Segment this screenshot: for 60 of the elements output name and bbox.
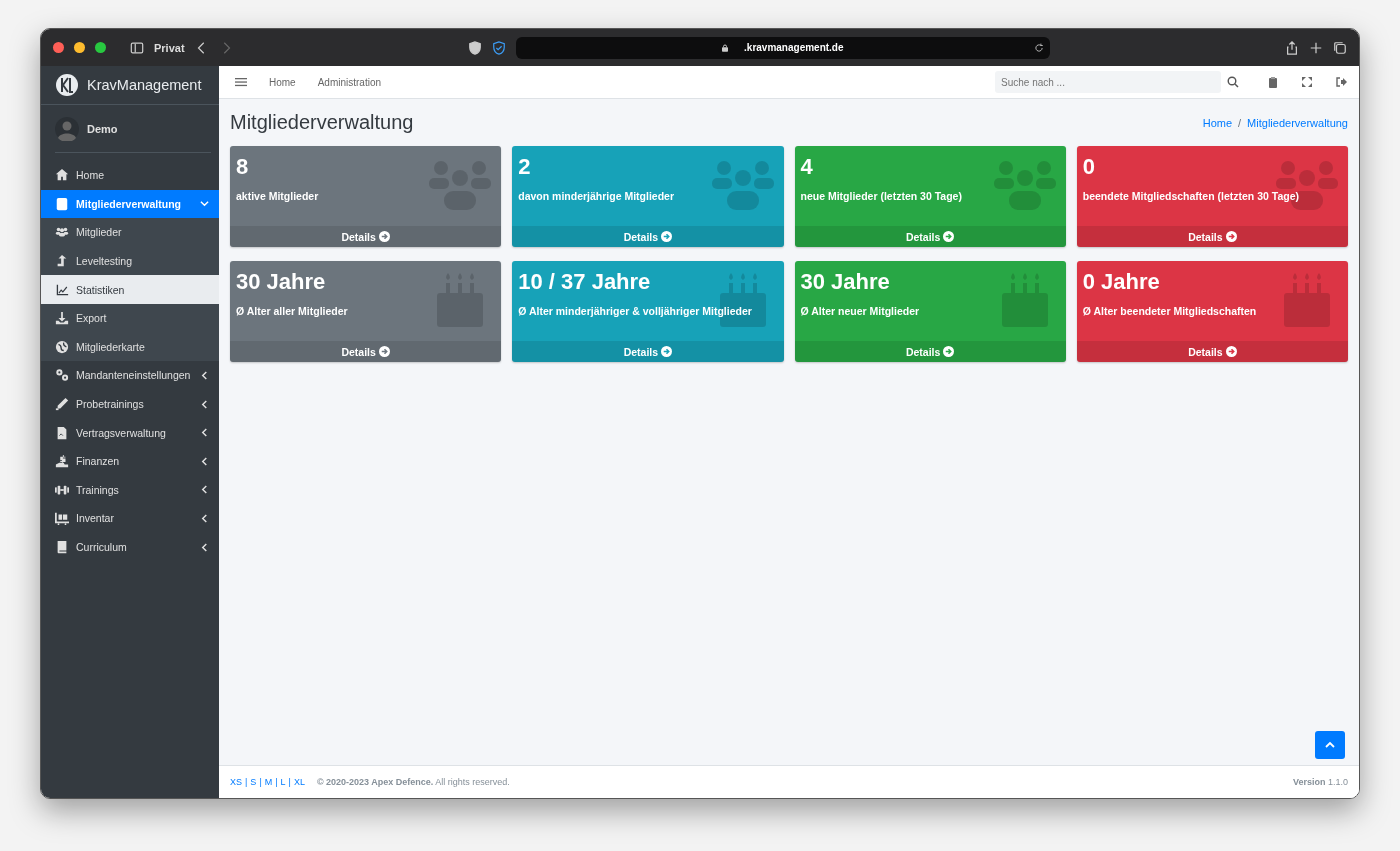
stat-label: Ø Alter minderjähriger & volljähriger Mitglieder (518, 305, 753, 317)
stat-value: 10 / 37 Jahre (518, 269, 651, 295)
address-bar[interactable]: .kravmanagement.de (515, 36, 1050, 59)
stat-value: 0 Jahre (1082, 269, 1160, 295)
sidebar-item[interactable]: Probetrainings (41, 389, 219, 419)
size-link[interactable]: L (280, 777, 286, 787)
separator: | (259, 777, 262, 787)
stat-label: Ø Alter beendeter Mitgliedschaften (1082, 305, 1258, 317)
sidebar-item[interactable]: Trainings (41, 475, 219, 505)
stat-label: neue Mitglieder (letzten 30 Tage) (800, 190, 963, 202)
details-link[interactable]: Details (1076, 341, 1348, 362)
separator: | (245, 777, 248, 787)
brand-name[interactable]: KravManagement (87, 77, 202, 93)
profile-label: Privat (154, 41, 185, 54)
user-name[interactable]: Demo (87, 122, 118, 135)
breadcrumb-link[interactable]: Home (1202, 116, 1233, 129)
stat-value: 30 Jahre (800, 269, 890, 295)
sidebar-item[interactable]: Mitgliederkarte (41, 332, 219, 362)
size-link[interactable]: XS (230, 777, 242, 787)
size-link[interactable]: M (264, 777, 273, 787)
details-link[interactable]: Details (794, 341, 1066, 362)
details-link[interactable]: Details (794, 226, 1066, 247)
sidebar-item[interactable]: Mandanteneinstellungen (41, 361, 219, 390)
details-link[interactable]: Details (512, 226, 784, 247)
breadcrumb-link[interactable]: Mitgliederverwaltung (1247, 116, 1348, 129)
stat-label: Ø Alter aller Mitglieder (236, 305, 349, 317)
stat-label: aktive Mitglieder (236, 190, 320, 202)
separator: | (275, 777, 278, 787)
nav-link[interactable]: Administration (317, 76, 382, 88)
version-text: Version 1.1.0 (1292, 777, 1348, 787)
search-field[interactable]: Suche nach ... (995, 71, 1221, 93)
stat-label: Ø Alter neuer Mitglieder (800, 305, 921, 317)
sidebar-item[interactable]: Home (41, 161, 219, 190)
stat-value: 0 (1082, 154, 1095, 180)
sidebar-item[interactable]: Export (41, 303, 219, 333)
details-link[interactable]: Details (512, 341, 784, 362)
size-link[interactable]: XL (293, 777, 305, 787)
sidebar-item[interactable]: Finanzen (41, 446, 219, 476)
sidebar-item[interactable]: Leveltesting (41, 246, 219, 276)
details-link[interactable]: Details (230, 341, 502, 362)
stat-value: 30 Jahre (236, 269, 326, 295)
stat-value: 2 (518, 154, 531, 180)
details-link[interactable]: Details (230, 226, 502, 247)
sidebar-item[interactable]: Curriculum (41, 532, 219, 562)
separator: | (288, 777, 291, 787)
sidebar-item[interactable]: Mitgliederverwaltung (41, 189, 219, 219)
breadcrumb-separator: / (1238, 116, 1242, 129)
sidebar-item[interactable]: Statistiken (41, 275, 219, 304)
stat-value: 4 (800, 154, 813, 180)
sidebar-item[interactable]: Vertragsverwaltung (41, 418, 219, 447)
size-link[interactable]: S (250, 777, 257, 787)
stat-label: beendete Mitgliedschaften (letzten 30 Tage) (1082, 190, 1300, 202)
stat-label: davon minderjährige Mitglieder (518, 190, 676, 202)
sidebar-item[interactable]: Mitglieder (41, 218, 219, 247)
details-link[interactable]: Details (1076, 226, 1348, 247)
stat-value: 8 (236, 154, 249, 180)
sidebar-item[interactable]: Inventar (41, 504, 219, 533)
nav-link[interactable]: Home (269, 76, 296, 88)
page-title: Mitgliederverwaltung (230, 111, 414, 134)
copyright-text: © 2020-2023 Apex Defence. All rights reserved. (316, 777, 510, 787)
